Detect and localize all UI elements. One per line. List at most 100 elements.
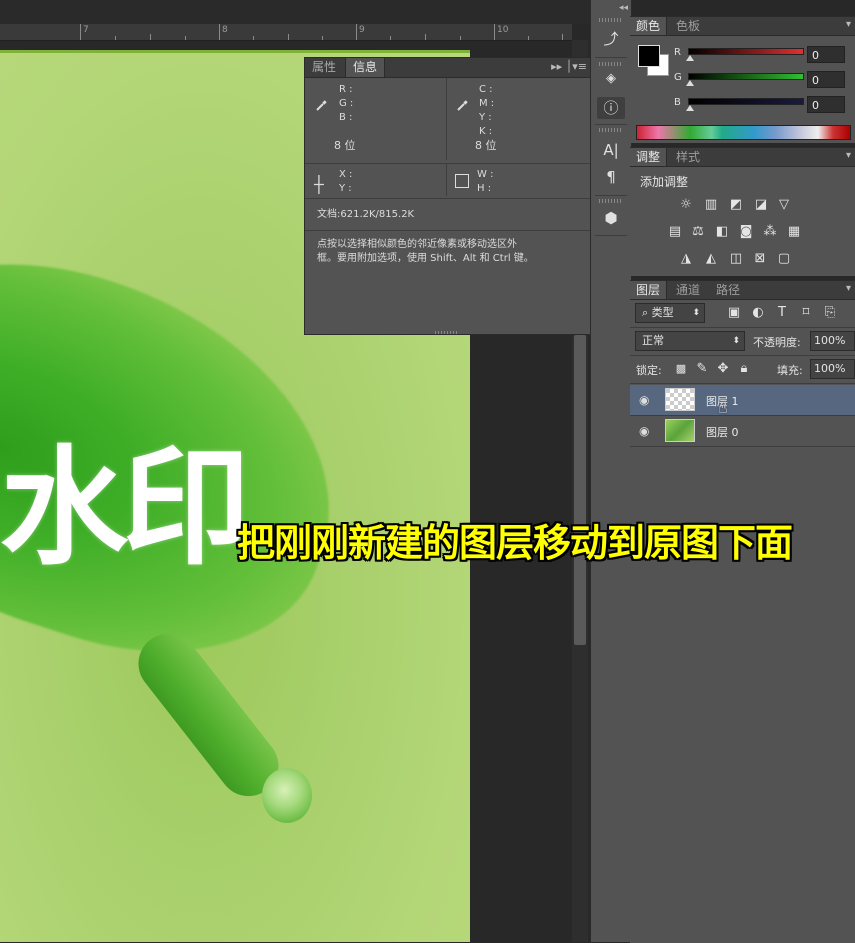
3d-cube-icon[interactable]: ◈ [597, 68, 625, 90]
color-lookup-icon[interactable]: ▦ [786, 225, 802, 239]
lock-transparent-icon[interactable]: ▩ [673, 362, 689, 376]
eye-visibility-icon[interactable]: ◉ [639, 393, 649, 407]
ruler-mark: 9 [359, 25, 365, 35]
green-slider[interactable] [688, 73, 804, 80]
color-spectrum-bar[interactable] [636, 125, 851, 140]
crosshair-icon: ┼ [314, 175, 324, 194]
cmyk-label-c: C : [479, 84, 493, 95]
panel-resize-grip[interactable] [435, 331, 459, 334]
layers-panel: 图层 通道 路径 ▾ ⌕ 类型 ⬍ ▣ ◐ T ⌑ ⎘ 正常 ⬍ 不透明度: 1… [630, 280, 855, 943]
eye-visibility-icon[interactable]: ◉ [639, 424, 649, 438]
layer-thumbnail-transparent [665, 388, 695, 411]
blend-mode-dropdown[interactable]: 正常 ⬍ [635, 331, 745, 351]
red-slider[interactable] [688, 48, 804, 55]
slider-label-r: R [674, 47, 681, 58]
blue-slider-thumb[interactable] [686, 105, 694, 111]
tool-hint-line2: 框。要用附加选项，使用 Shift、Alt 和 Ctrl 键。 [317, 253, 534, 264]
layer-row[interactable]: ◉ 图层 0 [630, 416, 855, 446]
y-label: Y : [339, 183, 352, 194]
hue-saturation-icon[interactable]: ▤ [667, 225, 683, 239]
blue-slider[interactable] [688, 98, 804, 105]
filter-shape-icon[interactable]: ⌑ [798, 306, 814, 320]
color-balance-icon[interactable]: ⚖ [690, 225, 706, 239]
info-panel: 属性 信息 ▸▸ │▾≡ R : G : B : 8 位 C : M : Y :… [304, 57, 592, 335]
panel-menu-icon[interactable]: ▸▸ │▾≡ [551, 60, 587, 73]
bit-depth-left: 8 位 [334, 139, 356, 152]
tab-swatches[interactable]: 色板 [670, 17, 706, 35]
3d-icon[interactable]: ⬢ [597, 207, 625, 229]
panel-menu-icon[interactable]: ▾ [846, 150, 851, 161]
tab-styles[interactable]: 样式 [670, 148, 706, 166]
posterize-icon[interactable]: ◭ [703, 252, 719, 266]
cmyk-label-k: K : [479, 126, 493, 137]
info-icon[interactable]: ⓘ [597, 97, 625, 119]
filter-pixel-icon[interactable]: ▣ [726, 306, 742, 320]
panel-icon-strip: ◂◂ ⤴ ◈ ⓘ A| ¶ ⬢ [590, 0, 632, 942]
ruler-mark: 10 [497, 25, 509, 35]
ruler-mark: 7 [83, 25, 89, 35]
gradient-map-icon[interactable]: ⊠ [752, 252, 768, 266]
tab-info[interactable]: 信息 [345, 58, 386, 77]
filter-type-icon[interactable]: T [774, 306, 790, 320]
opacity-field[interactable]: 100% [810, 331, 855, 351]
selective-color-icon[interactable]: ▢ [776, 252, 792, 266]
levels-icon[interactable]: ▥ [703, 198, 719, 212]
filter-kind-label: 类型 [651, 306, 674, 319]
lock-all-icon[interactable]: 🔒︎ [736, 362, 752, 376]
water-drop-image [262, 768, 312, 823]
channel-mixer-icon[interactable]: ⁂ [762, 225, 778, 239]
blue-value-field[interactable]: 0 [807, 96, 845, 113]
exposure-icon[interactable]: ◪ [753, 198, 769, 212]
filter-adjustment-icon[interactable]: ◐ [750, 306, 766, 320]
lock-label: 锁定: [636, 364, 662, 377]
panel-menu-icon[interactable]: ▾ [846, 283, 851, 294]
tab-adjustments[interactable]: 调整 [630, 148, 668, 166]
selection-size-icon [455, 174, 469, 188]
fill-field[interactable]: 100% [810, 359, 855, 379]
canvas-edge [0, 50, 470, 53]
rgb-label-r: R : [339, 84, 353, 95]
layer-filter-dropdown[interactable]: ⌕ 类型 ⬍ [635, 303, 705, 323]
tab-properties[interactable]: 属性 [305, 58, 343, 77]
photo-filter-icon[interactable]: ◙ [738, 225, 754, 239]
blend-mode-value: 正常 [642, 334, 664, 347]
invert-icon[interactable]: ◮ [678, 252, 694, 266]
dropdown-arrows-icon: ⬍ [732, 336, 740, 346]
red-value-field[interactable]: 0 [807, 46, 845, 63]
tool-hint-line1: 点按以选择相似颜色的邻近像素或移动选区外 [317, 239, 517, 250]
layer-row[interactable]: ◉ 图层 1 [630, 385, 855, 415]
filter-smart-object-icon[interactable]: ⎘ [822, 306, 838, 320]
tab-color[interactable]: 颜色 [630, 17, 668, 35]
adjustments-panel: 调整 样式 ▾ 添加调整 ☼ ▥ ◩ ◪ ▽ ▤ ⚖ ◧ ◙ ⁂ ▦ ◮ ◭ ◫… [630, 147, 855, 276]
top-bar [0, 0, 590, 24]
hand-cursor-icon: ☝ [718, 398, 728, 417]
green-value-field[interactable]: 0 [807, 71, 845, 88]
tab-paths[interactable]: 路径 [710, 281, 746, 299]
paragraph-icon[interactable]: ¶ [597, 166, 625, 188]
layer-name[interactable]: 图层 0 [706, 424, 739, 440]
tab-layers[interactable]: 图层 [630, 281, 668, 299]
lock-pixels-brush-icon[interactable]: ✎ [694, 362, 710, 376]
cmyk-label-m: M : [479, 98, 495, 109]
scrollbar-thumb[interactable] [574, 335, 586, 645]
filter-search-icon: ⌕ [642, 306, 652, 319]
panel-menu-icon[interactable]: ▾ [846, 19, 851, 30]
red-slider-thumb[interactable] [686, 55, 694, 61]
ruler-mark: 8 [222, 25, 228, 35]
vibrance-icon[interactable]: ▽ [776, 198, 792, 212]
brightness-icon[interactable]: ☼ [678, 198, 694, 212]
foreground-color-swatch[interactable] [638, 45, 660, 67]
tab-channels[interactable]: 通道 [670, 281, 706, 299]
slider-label-b: B [674, 97, 681, 108]
history-icon[interactable]: ⤴ [597, 28, 625, 50]
curves-icon[interactable]: ◩ [728, 198, 744, 212]
black-white-icon[interactable]: ◧ [714, 225, 730, 239]
collapse-icon[interactable]: ◂◂ [619, 3, 628, 13]
cmyk-label-y: Y : [479, 112, 492, 123]
green-slider-thumb[interactable] [686, 80, 694, 86]
opacity-label: 不透明度: [753, 336, 801, 349]
threshold-icon[interactable]: ◫ [728, 252, 744, 266]
rgb-label-b: B : [339, 112, 353, 123]
lock-position-icon[interactable]: ✥ [715, 362, 731, 376]
character-icon[interactable]: A| [597, 139, 625, 161]
